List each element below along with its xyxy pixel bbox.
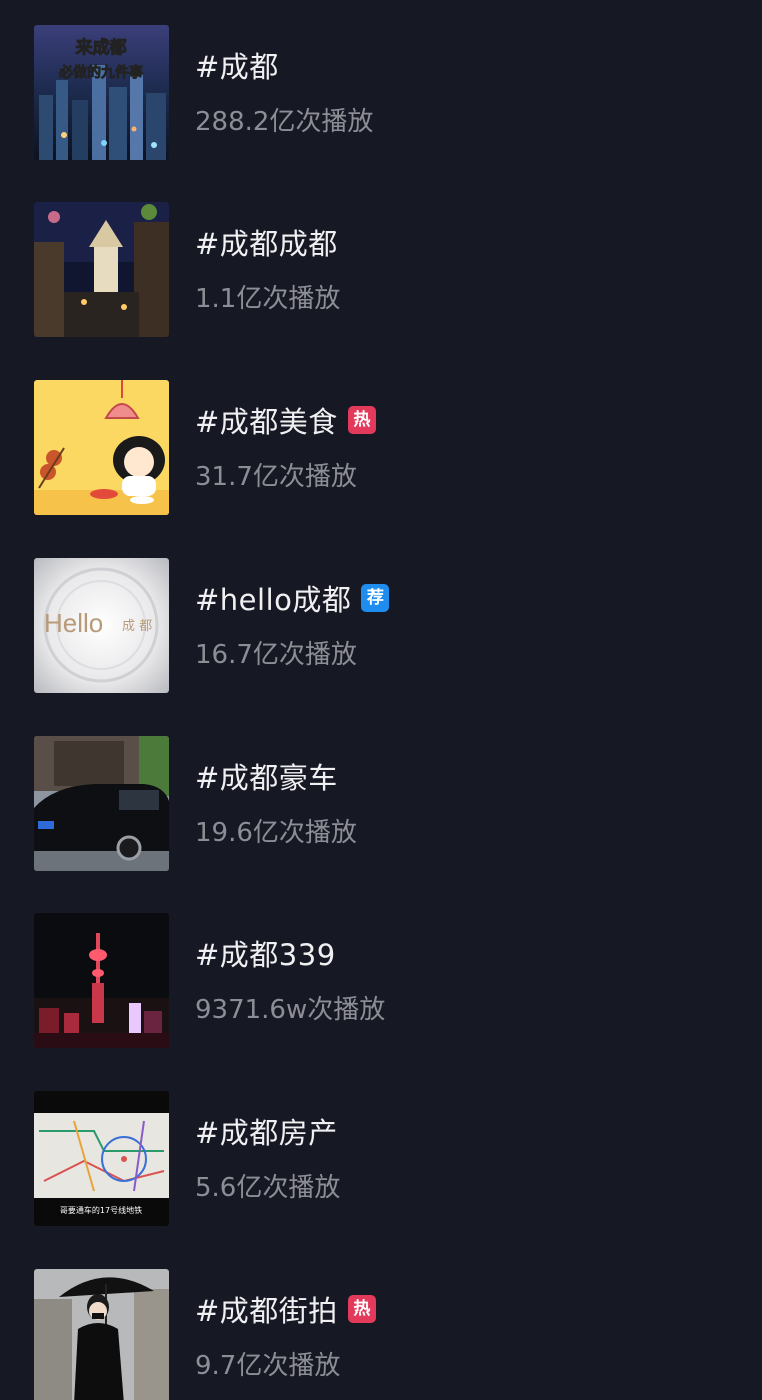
topic-item[interactable]: 哥要通车的17号线地铁 #成都房产 5.6亿次播放	[0, 1091, 762, 1227]
topic-title: #成都街拍	[195, 1294, 338, 1328]
topic-view-count: 5.6亿次播放	[195, 1173, 341, 1203]
topic-thumbnail: Hello 成 都	[34, 558, 169, 693]
topic-view-count: 19.6亿次播放	[195, 818, 357, 848]
thumb-caption-1: Hello	[44, 608, 103, 638]
topic-title: #成都美食	[195, 405, 338, 439]
topic-title: #成都豪车	[195, 761, 338, 795]
topic-thumbnail	[34, 913, 169, 1048]
topic-view-count: 16.7亿次播放	[195, 640, 357, 670]
thumb-caption-2: 成 都	[122, 619, 152, 634]
topic-thumbnail	[34, 380, 169, 515]
topic-title: #hello成都	[195, 583, 352, 617]
hot-badge: 热	[347, 406, 376, 434]
topic-title: #成都	[195, 50, 279, 84]
topic-title: #成都339	[195, 938, 336, 972]
topic-view-count: 1.1亿次播放	[195, 284, 341, 314]
topic-title: #成都成都	[195, 227, 338, 261]
hot-badge: 热	[347, 1295, 376, 1323]
topic-view-count: 31.7亿次播放	[195, 462, 357, 492]
topic-item[interactable]: #成都339 9371.6w次播放	[0, 913, 762, 1049]
topic-thumbnail	[34, 202, 169, 337]
topic-item[interactable]: #成都街拍 热 9.7亿次播放	[0, 1269, 762, 1400]
topic-thumbnail	[34, 1269, 169, 1400]
topic-thumbnail: 来成都 必做的九件事	[34, 25, 169, 160]
topic-title: #成都房产	[195, 1116, 338, 1150]
topic-view-count: 9371.6w次播放	[195, 995, 386, 1025]
topic-thumbnail	[34, 736, 169, 871]
recommend-badge: 荐	[361, 584, 390, 612]
thumb-caption-1: 来成都	[75, 37, 127, 58]
topic-list: 来成都 必做的九件事 #成都 288.2亿次播放 #成都成都 1.1亿次播放 #…	[0, 0, 762, 1400]
topic-view-count: 288.2亿次播放	[195, 107, 374, 137]
thumb-caption: 哥要通车的17号线地铁	[60, 1205, 142, 1215]
thumb-caption-2: 必做的九件事	[58, 64, 143, 81]
topic-item[interactable]: #成都成都 1.1亿次播放	[0, 202, 762, 338]
topic-item[interactable]: 来成都 必做的九件事 #成都 288.2亿次播放	[0, 25, 762, 161]
topic-item[interactable]: Hello 成 都 #hello成都 荐 16.7亿次播放	[0, 558, 762, 694]
topic-view-count: 9.7亿次播放	[195, 1351, 341, 1381]
topic-thumbnail: 哥要通车的17号线地铁	[34, 1091, 169, 1226]
topic-item[interactable]: #成都美食 热 31.7亿次播放	[0, 380, 762, 516]
topic-item[interactable]: #成都豪车 19.6亿次播放	[0, 736, 762, 872]
